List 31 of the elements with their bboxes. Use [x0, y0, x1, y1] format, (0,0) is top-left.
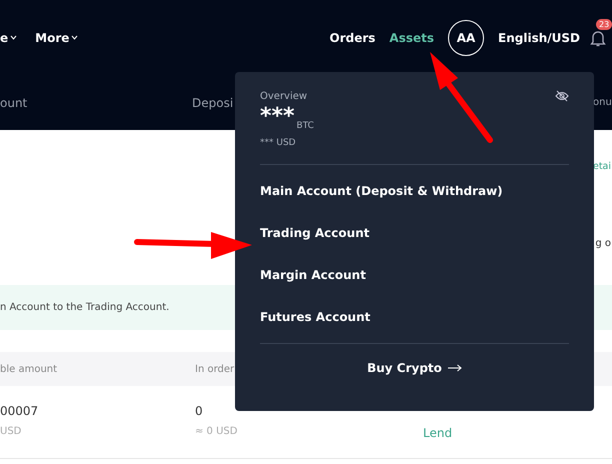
caret-icon: [71, 35, 78, 40]
currency-label: BTC: [296, 121, 314, 131]
balance-value: ***: [260, 106, 295, 128]
column-header: ble amount: [0, 364, 58, 374]
account-menu-item[interactable]: Main Account (Deposit & Withdraw): [260, 170, 569, 212]
buy-crypto-link[interactable]: Buy Crypto: [367, 361, 462, 375]
account-menu-item[interactable]: Margin Account: [260, 254, 569, 296]
arrow-right-icon: [448, 364, 462, 372]
nav-link[interactable]: Assets: [389, 30, 434, 44]
amount-usd: USD: [0, 426, 22, 439]
nav-link[interactable]: Orders: [330, 30, 376, 44]
nav-menu[interactable]: e: [0, 30, 18, 44]
caret-icon: [10, 35, 18, 40]
hide-eye-icon[interactable]: [555, 90, 569, 102]
overview-label: Overview: [260, 90, 308, 102]
account-menu-item[interactable]: Futures Account: [260, 296, 569, 338]
side-text: g o: [595, 238, 611, 249]
subnav-tab[interactable]: ount: [0, 96, 192, 110]
bell-icon[interactable]: [590, 28, 606, 46]
account-menu-item[interactable]: Trading Account: [260, 212, 569, 254]
amount-cell-text: 00007: [0, 404, 40, 418]
banner-text: n Account to the Trading Account.: [0, 302, 170, 313]
notification-badge: 23: [596, 18, 612, 30]
column-header: In order: [195, 364, 234, 374]
balance-usd: *** USD: [260, 138, 297, 148]
in-orders-usd: ≈ 0 USD: [195, 426, 238, 439]
in-orders-cell-text: 0: [195, 404, 204, 418]
nav-menu[interactable]: More: [35, 30, 78, 44]
subnav-tab[interactable]: onu: [593, 97, 612, 108]
avatar[interactable]: AA: [448, 20, 484, 56]
language-selector[interactable]: English/USD: [498, 30, 580, 44]
